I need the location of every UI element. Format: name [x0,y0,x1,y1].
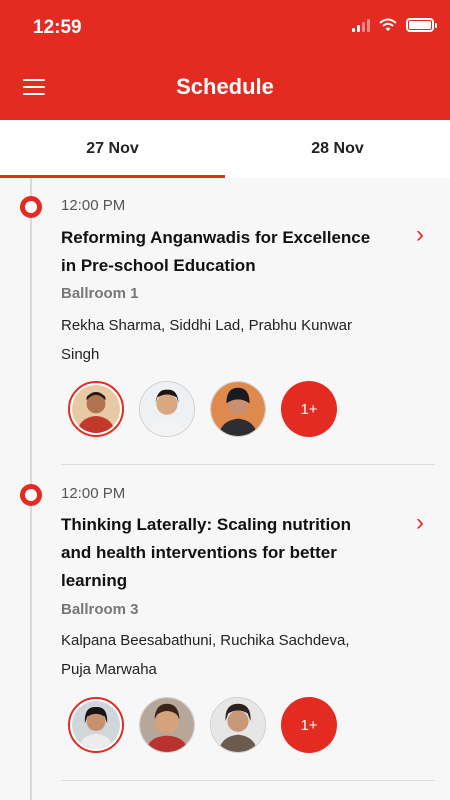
speaker-avatar[interactable] [210,697,266,753]
tab-28-nov[interactable]: 28 Nov [225,120,450,178]
cellular-signal-icon [352,18,370,32]
chevron-right-icon[interactable]: › [416,221,424,249]
speaker-avatar[interactable] [68,381,124,437]
timeline-dot [20,196,42,218]
session-divider [61,780,435,781]
session-room: Ballroom 3 [61,601,139,618]
chevron-right-icon[interactable]: › [416,509,424,537]
app-header: 12:59 Schedule [0,0,450,120]
more-speakers-button[interactable]: 1+ [281,697,337,753]
more-speakers-button[interactable]: 1+ [281,381,337,437]
session-title: Reforming Anganwadis for Excellence in P… [61,228,371,275]
timeline-dot [20,484,42,506]
speaker-avatar[interactable] [68,697,124,753]
battery-icon [406,18,437,32]
page-title: Schedule [176,74,274,99]
speaker-avatars: 1+ [68,697,337,753]
status-icons [352,18,437,32]
tab-27-nov[interactable]: 27 Nov [0,120,225,178]
session-room: Ballroom 1 [61,285,139,302]
session-speakers: Rekha Sharma, Siddhi Lad, Prabhu Kunwar … [61,317,353,363]
speaker-avatars: 1+ [68,381,337,437]
speaker-avatar[interactable] [139,697,195,753]
speaker-avatar[interactable] [210,381,266,437]
session-time: 12:00 PM [61,197,126,214]
session-speakers: Kalpana Beesabathuni, Ruchika Sachdeva, … [61,632,350,678]
date-tabs: 27 Nov 28 Nov [0,120,450,178]
status-time: 12:59 [33,17,82,38]
session-title: Thinking Laterally: Scaling nutrition an… [61,515,351,590]
session-divider [61,464,435,465]
speaker-avatar[interactable] [139,381,195,437]
wifi-icon [379,18,397,31]
session-time: 12:00 PM [61,485,126,502]
